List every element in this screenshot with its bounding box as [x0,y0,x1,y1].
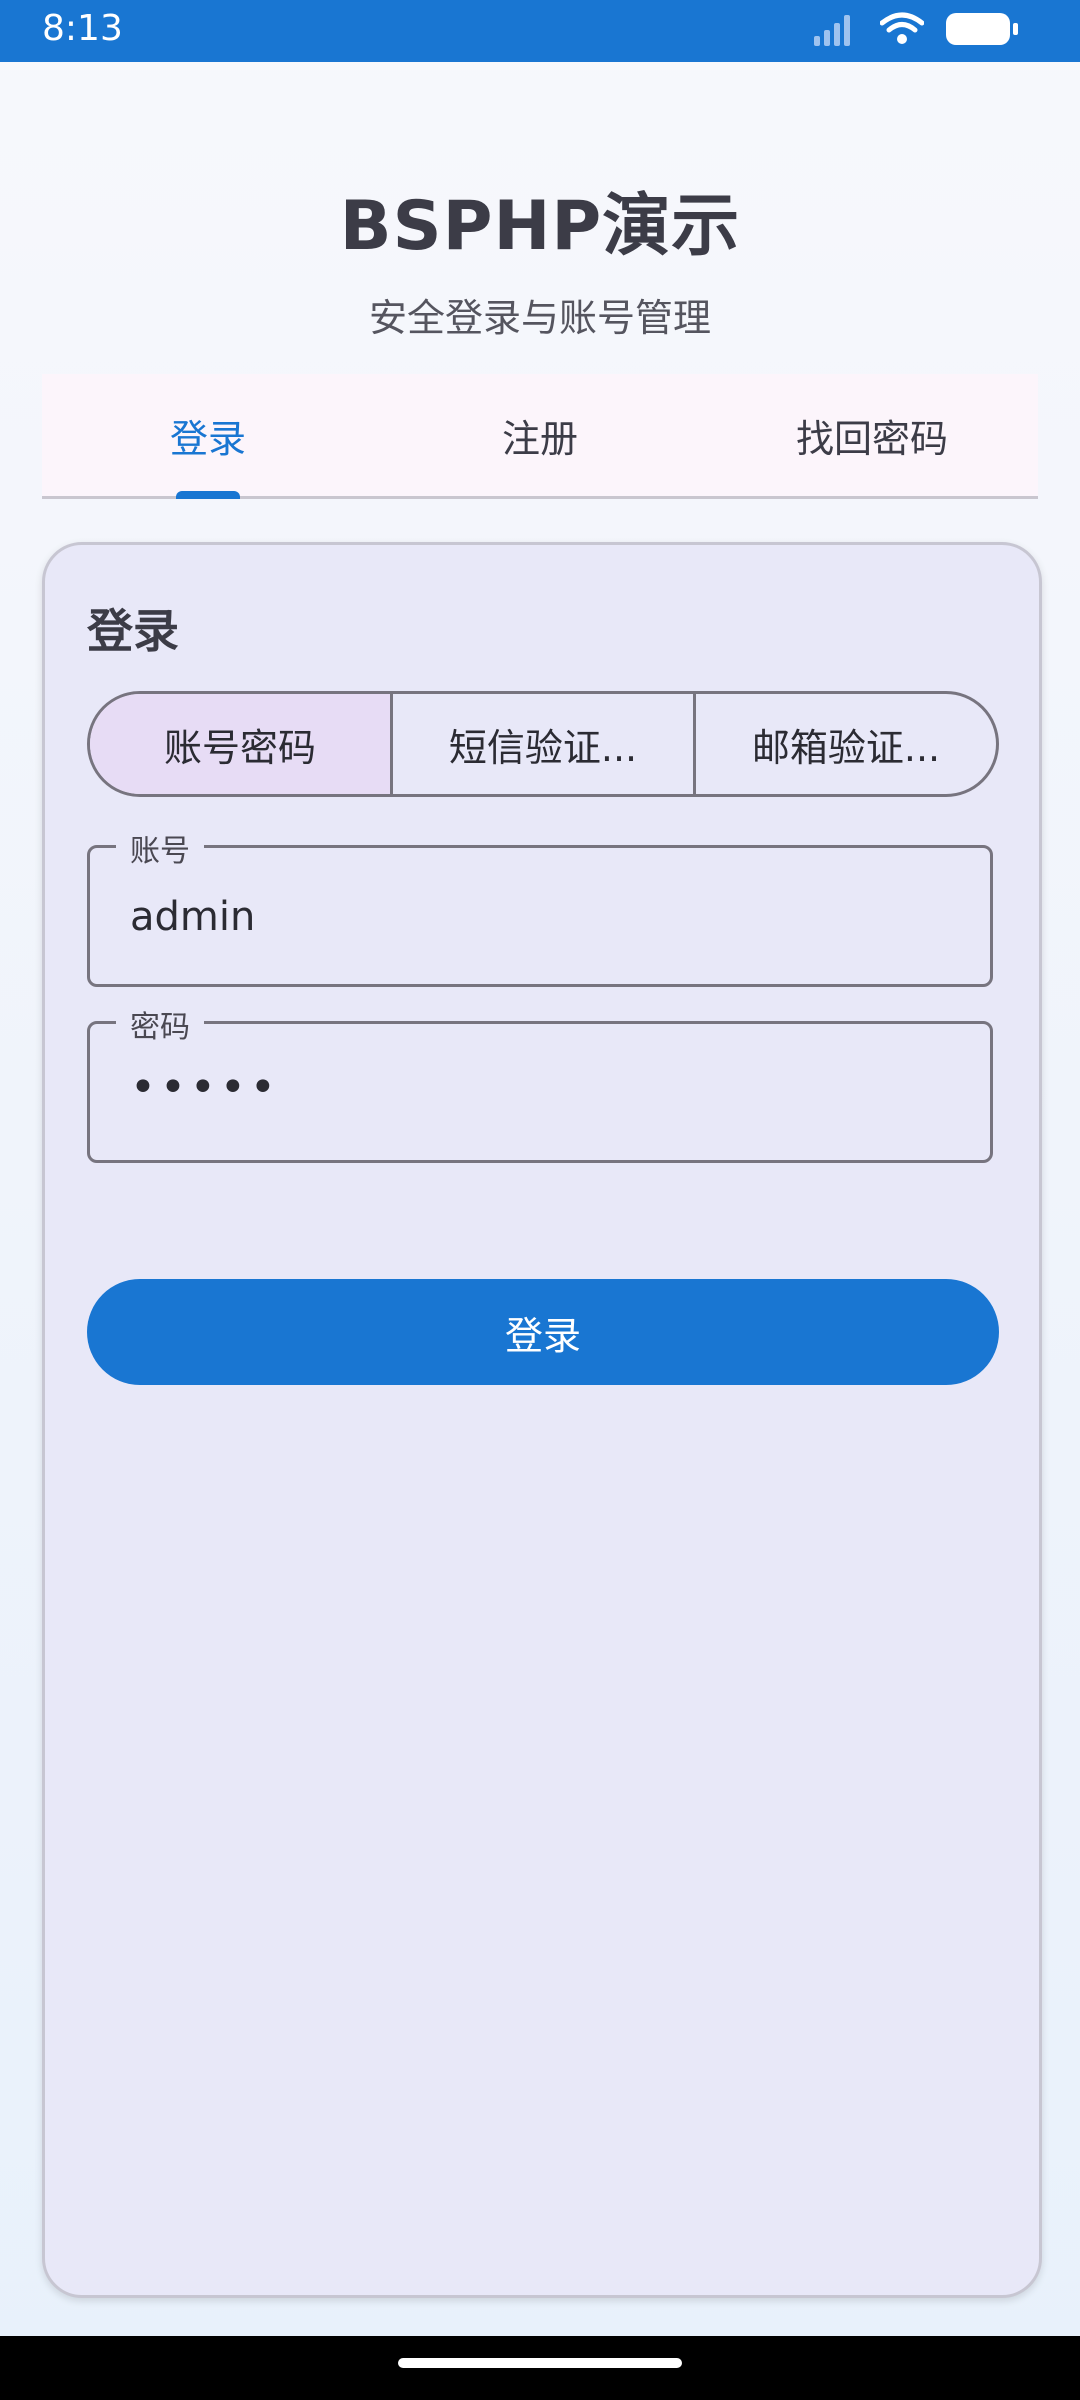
login-button-label: 登录 [504,1313,581,1358]
account-field-value: admin [130,894,256,940]
app-title: BSPHP演示 [339,187,741,266]
account-field[interactable]: 账号 admin [87,826,993,987]
status-time: 8:13 [42,8,123,49]
app-subtitle: 安全登录与账号管理 [368,296,711,340]
tab-login-label: 登录 [169,416,246,461]
battery-icon [946,13,1018,45]
tab-bar: 登录 注册 找回密码 [42,374,1038,499]
wifi-icon [880,12,924,44]
header: BSPHP演示 安全登录与账号管理 [0,170,1080,342]
login-card: 登录 账号密码 短信验证... 邮箱验证... 账号 admin 密码 ••••… [42,542,1042,2298]
method-sms-verification[interactable]: 短信验证... [393,694,696,794]
method-email-verification-label: 邮箱验证... [751,725,941,770]
account-field-label: 账号 [116,826,204,870]
method-account-password-label: 账号密码 [163,725,316,770]
signal-icon [814,15,850,46]
status-bar: 8:13 [0,0,1080,62]
method-account-password[interactable]: 账号密码 [90,694,393,794]
login-button[interactable]: 登录 [87,1279,999,1385]
method-sms-verification-label: 短信验证... [448,725,638,770]
method-email-verification[interactable]: 邮箱验证... [696,694,996,794]
tab-register-label: 注册 [501,416,578,461]
password-field-label: 密码 [116,1002,204,1046]
home-indicator[interactable] [398,2358,682,2368]
tab-login[interactable]: 登录 [42,374,374,499]
card-title: 登录 [87,604,179,658]
tab-recover-password[interactable]: 找回密码 [706,374,1038,496]
tab-recover-password-label: 找回密码 [795,416,948,461]
password-field[interactable]: 密码 ••••• [87,1002,993,1163]
tab-register[interactable]: 注册 [374,374,706,496]
tab-indicator [176,491,240,499]
login-method-selector: 账号密码 短信验证... 邮箱验证... [87,691,999,797]
password-field-value: ••••• [130,1062,280,1113]
status-icons [812,12,1018,46]
navigation-bar [0,2336,1080,2400]
